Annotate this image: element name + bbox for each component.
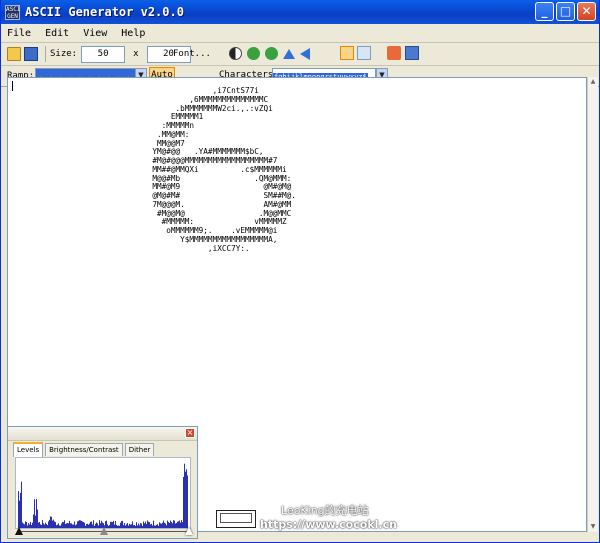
tab-dither[interactable]: Dither bbox=[124, 443, 155, 456]
menu-bar: File Edit View Help bbox=[1, 24, 599, 43]
flip-vertical-icon[interactable] bbox=[283, 48, 295, 59]
image-tools-group bbox=[229, 47, 310, 60]
app-window: ASCII GEN ASCII Generator v2.0.0 _ □ ✕ F… bbox=[0, 0, 600, 543]
text-caret bbox=[12, 81, 13, 91]
variable-width-toggle-icon[interactable] bbox=[357, 46, 371, 60]
white-point-handle[interactable] bbox=[185, 527, 193, 535]
times-label: x bbox=[133, 49, 139, 59]
levels-close-icon[interactable]: × bbox=[185, 428, 195, 438]
width-input[interactable]: 50 bbox=[81, 45, 126, 63]
app-icon: ASCII GEN bbox=[5, 4, 20, 20]
color-icon[interactable] bbox=[387, 46, 401, 60]
toolbar-separator bbox=[45, 46, 46, 62]
scroll-up-icon[interactable]: ▲ bbox=[588, 77, 598, 87]
menu-edit[interactable]: Edit bbox=[45, 28, 69, 39]
vertical-scrollbar[interactable]: ▲ ▼ bbox=[587, 77, 598, 532]
fixed-width-toggle-icon[interactable] bbox=[340, 46, 354, 60]
levels-tabs: Levels Brightness/Contrast Dither bbox=[13, 442, 156, 457]
font-button[interactable]: Font... bbox=[173, 46, 213, 62]
window-controls: _ □ ✕ bbox=[535, 2, 596, 21]
black-point-handle[interactable] bbox=[15, 527, 23, 535]
save-icon[interactable] bbox=[24, 47, 38, 61]
watermark-line1: LeoKing的充电站 bbox=[281, 504, 369, 517]
menu-help[interactable]: Help bbox=[121, 28, 145, 39]
window-title: ASCII Generator v2.0.0 bbox=[25, 5, 184, 19]
tab-brightness-contrast[interactable]: Brightness/Contrast bbox=[45, 443, 123, 456]
export-icon[interactable] bbox=[405, 46, 419, 60]
menu-view[interactable]: View bbox=[83, 28, 107, 39]
levels-panel: × Levels Brightness/Contrast Dither bbox=[7, 426, 198, 539]
levels-panel-titlebar[interactable]: × bbox=[8, 427, 197, 441]
ascii-art-text: ,i7CntS77i ,6MMMMMMMMMMMMMMC .bMMMMMMMW2… bbox=[152, 86, 296, 253]
title-bar[interactable]: ASCII GEN ASCII Generator v2.0.0 _ □ ✕ bbox=[1, 0, 599, 24]
rotate-left-icon[interactable] bbox=[247, 47, 260, 60]
scroll-down-icon[interactable]: ▼ bbox=[588, 522, 598, 532]
tab-levels[interactable]: Levels bbox=[13, 442, 44, 457]
histogram-bars bbox=[18, 463, 188, 528]
main-toolbar: Size: 50 x 20 Font... bbox=[1, 43, 599, 66]
histogram bbox=[15, 457, 191, 529]
minimize-button[interactable]: _ bbox=[535, 2, 554, 21]
size-label: Size: bbox=[50, 49, 78, 59]
close-button[interactable]: ✕ bbox=[577, 2, 596, 21]
rotate-right-icon[interactable] bbox=[265, 47, 278, 60]
watermark-line2: https://www.cocokl.cn bbox=[260, 518, 397, 531]
maximize-button[interactable]: □ bbox=[556, 2, 575, 21]
midpoint-handle[interactable] bbox=[100, 527, 108, 535]
flip-horizontal-icon[interactable] bbox=[300, 47, 310, 60]
open-folder-icon[interactable] bbox=[7, 47, 21, 61]
status-panel-inner bbox=[220, 513, 252, 523]
menu-file[interactable]: File bbox=[7, 28, 31, 39]
contrast-icon[interactable] bbox=[229, 47, 242, 60]
